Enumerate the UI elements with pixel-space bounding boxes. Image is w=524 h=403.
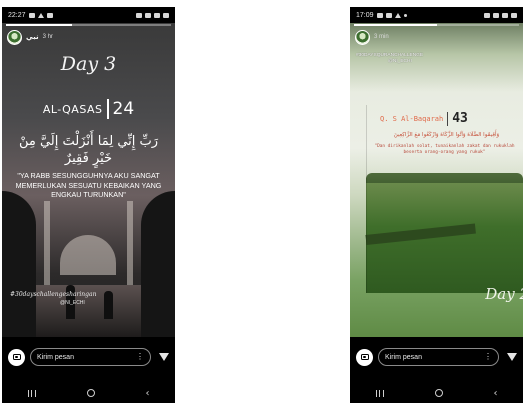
battery-icon xyxy=(511,12,517,18)
notification-icon xyxy=(385,12,392,18)
camera-icon xyxy=(360,354,369,360)
mute-icon xyxy=(484,12,490,18)
gallery-icon xyxy=(28,12,35,18)
arabic-verse: رَبِّ إِنِّي لِمَا أَنْزَلْتَ إِلَيَّ مِ… xyxy=(18,134,159,166)
camera-icon xyxy=(12,354,21,360)
surah-name: AL-QASAS xyxy=(42,102,103,116)
message-input[interactable]: Kirim pesan ⋮ xyxy=(378,348,499,366)
day-title: Day 3 xyxy=(60,53,117,75)
message-placeholder: Kirim pesan xyxy=(385,353,422,361)
wifi-icon xyxy=(145,12,151,18)
story-header[interactable]: 3 min xyxy=(355,28,518,46)
challenge-tag: #30DAYSQURANCHALLENGE xyxy=(356,53,424,58)
battery-icon xyxy=(163,12,169,18)
challenge-caption: #30DAYSQURANCHALLENGE @NI_ECHI xyxy=(356,53,423,65)
post-time: 3 min xyxy=(374,34,389,40)
recent-apps-icon[interactable] xyxy=(375,389,384,397)
back-icon[interactable]: ‹ xyxy=(146,388,150,399)
camera-button[interactable] xyxy=(356,348,373,366)
handle: @NI_ECHI xyxy=(60,300,85,306)
notification-icon xyxy=(46,12,53,18)
status-time: 17:09 xyxy=(356,11,374,19)
message-bar: Kirim pesan ⋮ xyxy=(350,337,523,377)
home-icon[interactable] xyxy=(434,389,443,397)
mute-icon xyxy=(136,12,142,18)
username[interactable]: نبي xyxy=(26,33,39,41)
status-time: 22:27 xyxy=(8,11,26,19)
arch-right xyxy=(141,191,175,337)
wifi-icon xyxy=(493,12,499,18)
dot-icon xyxy=(403,13,407,17)
home-icon[interactable] xyxy=(86,389,95,397)
arabic-verse: وَأَقِيمُوا الصَّلَاةَ وَآتُوا الزَّكَاة… xyxy=(393,132,500,138)
post-time: 3 hr xyxy=(42,34,53,40)
story-header[interactable]: نبي 3 hr xyxy=(7,28,170,46)
story-content[interactable]: #30DAYSQURANCHALLENGE @NI_ECHI Q. S Al-B… xyxy=(350,23,523,337)
system-nav-bar: ‹ xyxy=(2,383,175,403)
message-placeholder: Kirim pesan xyxy=(37,353,74,361)
hashtag: #30dayschallengesharingan xyxy=(10,291,97,298)
ayah-number: 43 xyxy=(452,111,468,126)
avatar[interactable] xyxy=(7,29,22,45)
status-bar: 22:27 xyxy=(2,7,175,23)
story-content[interactable]: Day 3 AL-QASAS 24 رَبِّ إِنِّي لِمَا أَن… xyxy=(2,23,175,337)
system-nav-bar: ‹ xyxy=(350,383,523,403)
more-icon[interactable]: ⋮ xyxy=(136,353,144,361)
arch-left xyxy=(2,191,36,337)
camera-button[interactable] xyxy=(8,348,25,366)
story-progress-bar xyxy=(6,24,171,26)
recent-apps-icon[interactable] xyxy=(27,389,36,397)
message-input[interactable]: Kirim pesan ⋮ xyxy=(30,348,151,366)
alert-icon xyxy=(394,12,401,18)
day-title: Day 2 xyxy=(485,285,523,303)
story-progress-bar xyxy=(354,24,519,26)
person-silhouette xyxy=(104,291,113,319)
ayah-number: 24 xyxy=(112,99,135,119)
phone-story-day2: 17:09 #30DAYSQURANCHALLENGE @NI_ECHI Q. … xyxy=(350,7,523,403)
more-icon[interactable]: ⋮ xyxy=(484,353,492,361)
divider xyxy=(447,111,449,126)
divider xyxy=(106,99,109,119)
message-bar: Kirim pesan ⋮ xyxy=(2,337,175,377)
gallery-icon xyxy=(376,12,383,18)
phone-story-day3: 22:27 Day 3 AL-QASAS 24 رَبِّ إِنِّي لِم… xyxy=(2,7,175,403)
send-icon[interactable] xyxy=(507,353,517,361)
send-icon[interactable] xyxy=(159,353,169,361)
signal-icon xyxy=(502,12,508,18)
story-progress-fill xyxy=(354,24,437,26)
story-progress-fill xyxy=(6,24,72,26)
avatar[interactable] xyxy=(355,29,370,45)
alert-icon xyxy=(37,12,44,18)
screenshot-canvas: 22:27 Day 3 AL-QASAS 24 رَبِّ إِنِّي لِم… xyxy=(0,0,524,403)
status-bar: 17:09 xyxy=(350,7,523,23)
surah-reference: AL-QASAS 24 xyxy=(2,99,175,119)
verse-translation: "Dan dirikanlah solat, tunaikanlah zakat… xyxy=(374,144,515,155)
back-icon[interactable]: ‹ xyxy=(494,388,498,399)
verse-translation: "YA RABB SESUNGGUHNYA AKU SANGAT MEMERLU… xyxy=(15,171,162,199)
signal-icon xyxy=(154,12,160,18)
surah-reference: Q. S Al-Baqarah 43 xyxy=(380,111,523,126)
handle: @NI_ECHI xyxy=(388,59,412,64)
surah-name: Q. S Al-Baqarah xyxy=(380,114,444,123)
photo-frame-edge xyxy=(366,105,367,293)
